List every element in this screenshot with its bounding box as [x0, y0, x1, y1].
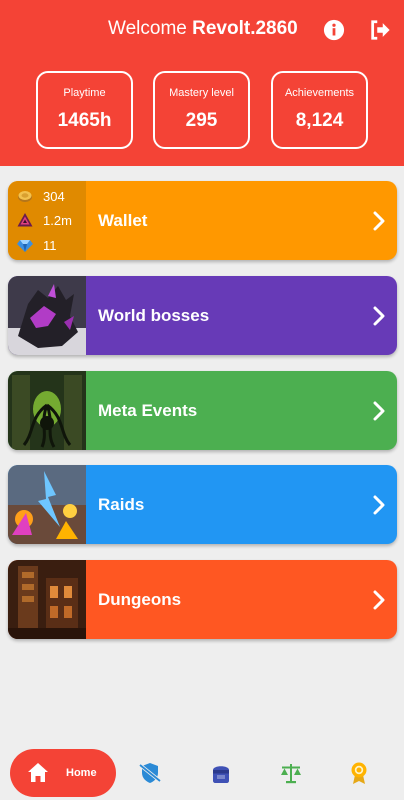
card-title: Wallet [98, 211, 148, 230]
karma-icon [17, 213, 33, 227]
world-bosses-thumbnail [8, 276, 86, 355]
currency-amount: 11 [43, 237, 57, 253]
stat-label: Mastery level [169, 87, 234, 99]
stat-mastery-level: Mastery level 295 [153, 71, 250, 149]
raids-card[interactable]: Raids [8, 465, 397, 544]
chevron-right-icon [373, 306, 385, 326]
card-title: Meta Events [98, 401, 198, 420]
wallet-currency-panel: 304 1.2m 11 [8, 181, 86, 260]
currency-row-gold: 304 [17, 187, 65, 205]
scales-icon[interactable] [279, 761, 303, 785]
currency-row-karma: 1.2m [17, 211, 72, 229]
medal-icon[interactable] [347, 761, 371, 785]
dungeons-card[interactable]: Dungeons [8, 560, 397, 639]
currency-amount: 1.2m [43, 212, 72, 228]
nav-home-label: Home [66, 767, 97, 779]
bottom-navigation: Home [0, 745, 404, 800]
chevron-right-icon [373, 401, 385, 421]
bag-icon[interactable] [209, 761, 233, 785]
world-bosses-card[interactable]: World bosses [8, 276, 397, 355]
card-title: Dungeons [98, 590, 182, 609]
info-icon[interactable] [323, 19, 345, 41]
logout-icon[interactable] [369, 19, 391, 41]
chevron-right-icon [373, 495, 385, 515]
wallet-card[interactable]: 304 1.2m 11 Wallet [8, 181, 397, 260]
dungeons-thumbnail [8, 560, 86, 639]
welcome-text: Welcome Revolt.2860 [108, 16, 298, 42]
stat-label: Playtime [63, 87, 106, 99]
card-title: World bosses [98, 306, 210, 325]
welcome-prefix: Welcome [108, 18, 187, 39]
chevron-right-icon [373, 590, 385, 610]
gold-coin-icon [18, 191, 32, 202]
raids-thumbnail [8, 465, 86, 544]
stat-value: 1465h [57, 110, 112, 131]
stat-achievements: Achievements 8,124 [271, 71, 368, 149]
stat-playtime: Playtime 1465h [36, 71, 133, 149]
card-title: Raids [98, 495, 145, 514]
nav-home-button[interactable]: Home [10, 749, 116, 797]
stat-value: 8,124 [295, 110, 344, 131]
gem-icon [17, 240, 33, 252]
meta-events-card[interactable]: Meta Events [8, 371, 397, 450]
chevron-right-icon [373, 211, 385, 231]
shield-icon[interactable] [138, 761, 162, 785]
home-icon [28, 763, 48, 782]
username: Revolt.2860 [192, 18, 298, 39]
header: Welcome Revolt.2860 Playtime 1465h Maste… [0, 0, 404, 166]
stat-value: 295 [185, 110, 218, 131]
meta-events-thumbnail [8, 371, 86, 450]
currency-amount: 304 [43, 188, 65, 204]
stat-label: Achievements [284, 87, 355, 99]
currency-row-gems: 11 [17, 236, 57, 254]
